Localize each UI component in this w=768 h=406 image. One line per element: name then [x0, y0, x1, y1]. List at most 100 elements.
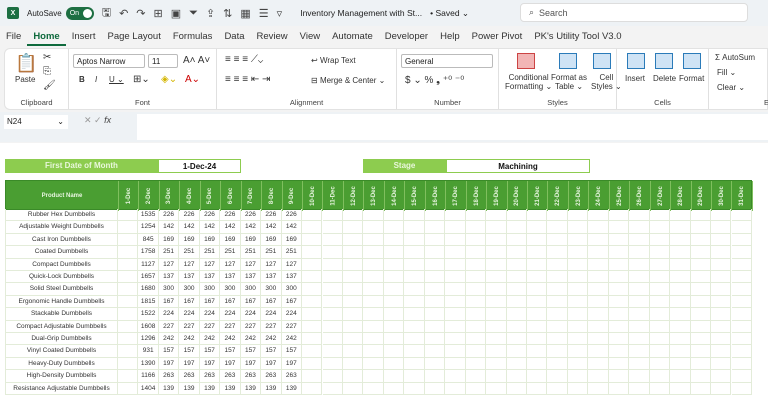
quantity-cell[interactable]	[629, 221, 650, 234]
quantity-cell[interactable]	[363, 295, 384, 309]
save-status[interactable]: • Saved ⌄	[430, 8, 469, 19]
quantity-cell[interactable]	[588, 271, 609, 284]
cancel-icon[interactable]: ✕	[84, 115, 94, 125]
quantity-cell[interactable]	[567, 357, 589, 371]
merge-center-button[interactable]: ⊟ Merge & Center ⌄	[311, 76, 385, 85]
quantity-cell[interactable]	[424, 357, 446, 371]
quantity-cell[interactable]	[342, 333, 364, 346]
quantity-cell[interactable]	[465, 233, 487, 247]
quantity-cell[interactable]	[547, 370, 568, 383]
quantity-cell[interactable]: 224	[281, 308, 303, 321]
quantity-cell[interactable]: 263	[240, 370, 262, 383]
quantity-cell[interactable]	[363, 271, 384, 284]
underline-button[interactable]: U ⌄	[109, 75, 124, 84]
quantity-cell[interactable]	[608, 295, 630, 309]
formula-input[interactable]	[137, 114, 768, 140]
quantity-cell[interactable]	[608, 233, 630, 247]
quantity-cell[interactable]	[588, 333, 609, 346]
quantity-cell[interactable]	[342, 320, 364, 333]
quantity-cell[interactable]	[118, 345, 139, 358]
product-name-cell[interactable]: Resistance Adjustable Dumbbells	[5, 382, 118, 395]
quantity-cell[interactable]	[342, 382, 364, 395]
quantity-cell[interactable]	[506, 382, 527, 395]
quantity-cell[interactable]	[670, 283, 691, 296]
quantity-cell[interactable]	[547, 209, 568, 222]
quantity-cell[interactable]	[445, 308, 466, 321]
quantity-cell[interactable]	[567, 320, 589, 333]
quantity-cell[interactable]	[486, 295, 507, 309]
quantity-cell[interactable]	[629, 283, 650, 296]
quantity-cell[interactable]: 127	[199, 258, 221, 271]
quantity-cell[interactable]	[302, 357, 323, 371]
quantity-cell[interactable]: 139	[240, 382, 262, 395]
quantity-cell[interactable]	[302, 295, 323, 309]
quantity-cell[interactable]	[404, 370, 425, 383]
quantity-cell[interactable]	[731, 258, 752, 271]
quantity-cell[interactable]	[486, 382, 507, 395]
quantity-cell[interactable]	[363, 258, 384, 271]
quantity-cell[interactable]: 197	[261, 357, 282, 371]
quantity-cell[interactable]	[342, 258, 364, 271]
quantity-cell[interactable]: 142	[240, 221, 262, 234]
quantity-cell[interactable]: 1758	[138, 246, 159, 259]
quantity-cell[interactable]	[445, 221, 466, 234]
stage-value[interactable]: Machining	[446, 159, 590, 173]
quantity-cell[interactable]	[445, 283, 466, 296]
quantity-cell[interactable]	[567, 333, 589, 346]
quantity-cell[interactable]	[731, 209, 752, 222]
quantity-cell[interactable]	[424, 258, 446, 271]
quantity-cell[interactable]	[404, 382, 425, 395]
format-cells-icon[interactable]	[683, 53, 701, 69]
quantity-cell[interactable]	[670, 233, 691, 247]
quantity-cell[interactable]	[465, 295, 487, 309]
quantity-cell[interactable]	[404, 320, 425, 333]
quantity-cell[interactable]	[465, 370, 487, 383]
quantity-cell[interactable]	[690, 308, 712, 321]
quantity-cell[interactable]	[731, 246, 752, 259]
quantity-cell[interactable]: 224	[179, 308, 200, 321]
quantity-cell[interactable]	[322, 258, 343, 271]
quantity-cell[interactable]: 1166	[138, 370, 159, 383]
quantity-cell[interactable]	[649, 233, 671, 247]
tab-pk-s-utility-tool-v3-0[interactable]: PK's Utility Tool V3.0	[528, 28, 627, 46]
quantity-cell[interactable]: 251	[261, 246, 282, 259]
quantity-cell[interactable]: 139	[179, 382, 200, 395]
quantity-cell[interactable]: 242	[179, 333, 200, 346]
filter-icon[interactable]: ⏷	[189, 7, 198, 20]
wrap-text-button[interactable]: ↩ Wrap Text	[311, 56, 356, 65]
quantity-cell[interactable]	[424, 333, 446, 346]
cell-styles-icon[interactable]	[593, 53, 611, 69]
quantity-cell[interactable]: 139	[261, 382, 282, 395]
quantity-cell[interactable]	[383, 357, 405, 371]
quantity-cell[interactable]: 1657	[138, 271, 159, 284]
quantity-cell[interactable]	[342, 345, 364, 358]
cut-icon[interactable]: ✂	[43, 52, 51, 63]
quantity-cell[interactable]	[567, 271, 589, 284]
quantity-cell[interactable]	[322, 308, 343, 321]
quantity-cell[interactable]	[690, 246, 712, 259]
quantity-cell[interactable]	[649, 271, 671, 284]
quantity-cell[interactable]: 300	[179, 283, 200, 296]
quantity-cell[interactable]	[302, 370, 323, 383]
quantity-cell[interactable]	[383, 320, 405, 333]
quantity-cell[interactable]: 242	[199, 333, 221, 346]
quantity-cell[interactable]	[711, 271, 732, 284]
quantity-cell[interactable]: 197	[281, 357, 303, 371]
quantity-cell[interactable]	[404, 308, 425, 321]
quantity-cell[interactable]	[608, 283, 630, 296]
quantity-cell[interactable]	[608, 382, 630, 395]
clear-button[interactable]: Clear ⌄	[717, 83, 745, 92]
quantity-cell[interactable]: 1404	[138, 382, 159, 395]
quantity-cell[interactable]: 1680	[138, 283, 159, 296]
quantity-cell[interactable]	[527, 345, 548, 358]
quantity-cell[interactable]: 242	[240, 333, 262, 346]
quantity-cell[interactable]: 142	[261, 221, 282, 234]
quantity-cell[interactable]: 251	[240, 246, 262, 259]
conditional-formatting-icon[interactable]	[517, 53, 535, 69]
font-name-select[interactable]: Aptos Narrow	[73, 54, 145, 68]
delete-cells-icon[interactable]	[655, 53, 673, 69]
product-name-cell[interactable]: Dual-Grip Dumbbells	[5, 333, 118, 346]
quantity-cell[interactable]	[363, 370, 384, 383]
quantity-cell[interactable]	[670, 209, 691, 222]
quantity-cell[interactable]	[690, 370, 712, 383]
